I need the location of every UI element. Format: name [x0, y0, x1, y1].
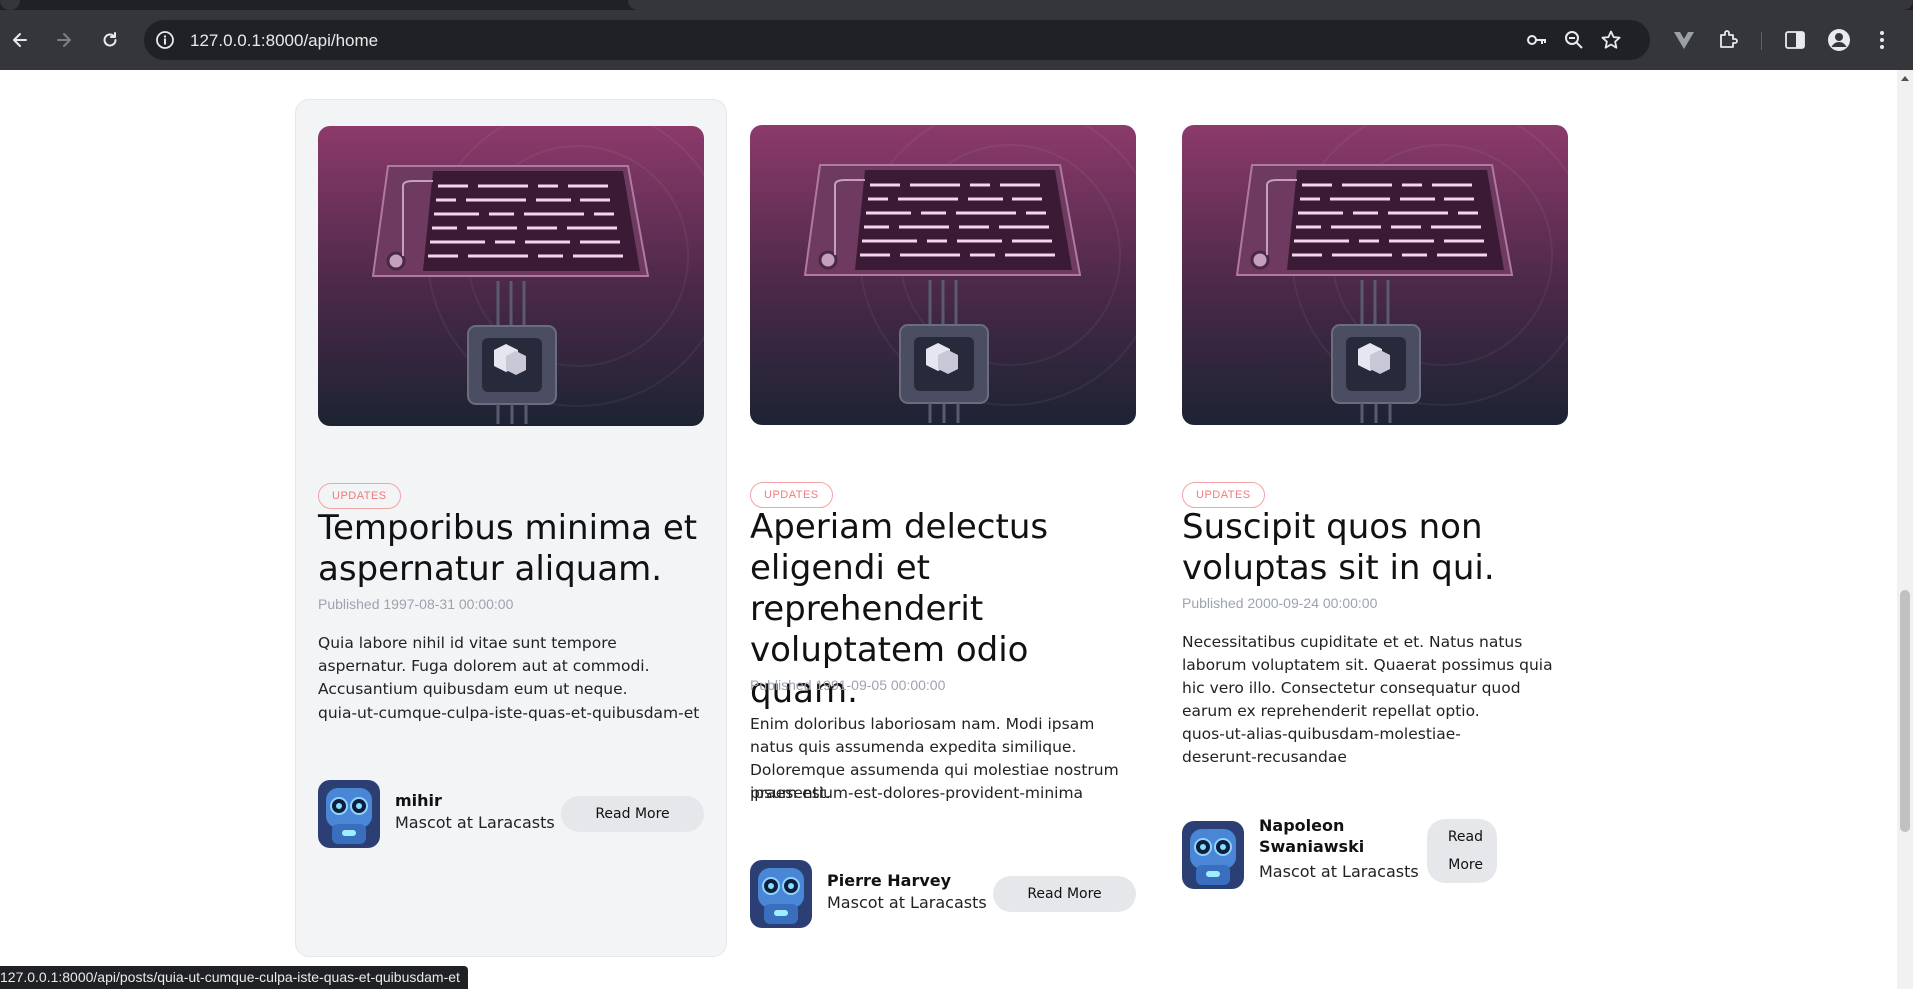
author-name: Napoleon Swaniawski [1259, 816, 1365, 856]
browser-toolbar: 127.0.0.1:8000/api/home [0, 10, 1913, 70]
post-image[interactable] [1182, 125, 1568, 425]
post-image[interactable] [318, 126, 704, 426]
back-button[interactable] [6, 26, 34, 54]
reload-icon [103, 32, 117, 47]
post-slug: quos-ut-alias-quibusdam-molestiae-deseru… [1182, 725, 1461, 766]
author-role: Mascot at Laracasts [1259, 862, 1419, 881]
read-more-button[interactable]: Read More [1427, 819, 1497, 883]
post-excerpt: Necessitatibus cupiditate et et. Natus n… [1182, 633, 1553, 720]
read-more-button[interactable]: Read More [993, 876, 1136, 912]
author-name: Pierre Harvey [827, 871, 952, 890]
zoom-icon[interactable] [1563, 29, 1585, 51]
avatar [750, 860, 812, 928]
arrow-right-icon [57, 33, 71, 47]
site-info-icon[interactable] [154, 29, 176, 51]
menu-icon[interactable] [1870, 28, 1894, 52]
post-slug: quia-ut-cumque-culpa-iste-quas-et-quibus… [318, 704, 700, 722]
author-name: mihir [395, 791, 442, 810]
post-slug: praesentium-est-dolores-provident-minima [750, 784, 1084, 802]
forward-button[interactable] [50, 26, 78, 54]
browser-tab[interactable] [0, 0, 20, 10]
read-more-button[interactable]: Read More [561, 796, 704, 832]
author-role: Mascot at Laracasts [827, 893, 987, 912]
reload-button[interactable] [96, 26, 124, 54]
avatar [318, 780, 380, 848]
read-more-label: Read More [1447, 829, 1483, 873]
post-image[interactable] [750, 125, 1136, 425]
category-badge[interactable]: UPDATES [750, 482, 833, 508]
page-viewport: UPDATES Temporibus minima et aspernatur … [0, 70, 1897, 989]
scroll-up-arrow-icon[interactable] [1901, 76, 1909, 81]
browser-tab-active[interactable] [628, 0, 1913, 10]
scrollbar-thumb[interactable] [1900, 590, 1910, 832]
arrow-left-icon [13, 33, 27, 47]
address-bar[interactable]: 127.0.0.1:8000/api/home [144, 20, 1650, 60]
category-badge[interactable]: UPDATES [1182, 482, 1265, 508]
tab-strip [0, 0, 1913, 10]
extensions-icon[interactable] [1716, 28, 1740, 52]
post-date: Published 1991-09-05 00:00:00 [750, 677, 946, 693]
vue-devtools-icon[interactable] [1672, 28, 1696, 52]
side-panel-icon[interactable] [1783, 28, 1807, 52]
toolbar-divider [1761, 32, 1762, 50]
page-scrollbar[interactable] [1897, 70, 1913, 989]
post-card[interactable]: UPDATES Suscipit quos non voluptas sit i… [1182, 125, 1568, 945]
status-url-bubble: 127.0.0.1:8000/api/posts/quia-ut-cumque-… [0, 966, 468, 989]
post-title[interactable]: Temporibus minima et aspernatur aliquam. [318, 508, 704, 590]
url-text[interactable]: 127.0.0.1:8000/api/home [190, 31, 378, 51]
profile-icon[interactable] [1827, 28, 1851, 52]
post-date: Published 1997-08-31 00:00:00 [318, 596, 514, 612]
author-role: Mascot at Laracasts [395, 813, 555, 832]
post-excerpt: Quia labore nihil id vitae sunt tempore … [318, 634, 650, 698]
post-date: Published 2000-09-24 00:00:00 [1182, 595, 1378, 611]
avatar [1182, 821, 1244, 889]
post-title[interactable]: Suscipit quos non voluptas sit in qui. [1182, 507, 1568, 589]
post-card[interactable]: UPDATES Aperiam delectus eligendi et rep… [750, 125, 1136, 945]
star-icon[interactable] [1600, 29, 1622, 51]
post-card[interactable]: UPDATES Temporibus minima et aspernatur … [295, 99, 727, 957]
category-badge[interactable]: UPDATES [318, 483, 401, 509]
key-icon[interactable] [1526, 29, 1548, 51]
